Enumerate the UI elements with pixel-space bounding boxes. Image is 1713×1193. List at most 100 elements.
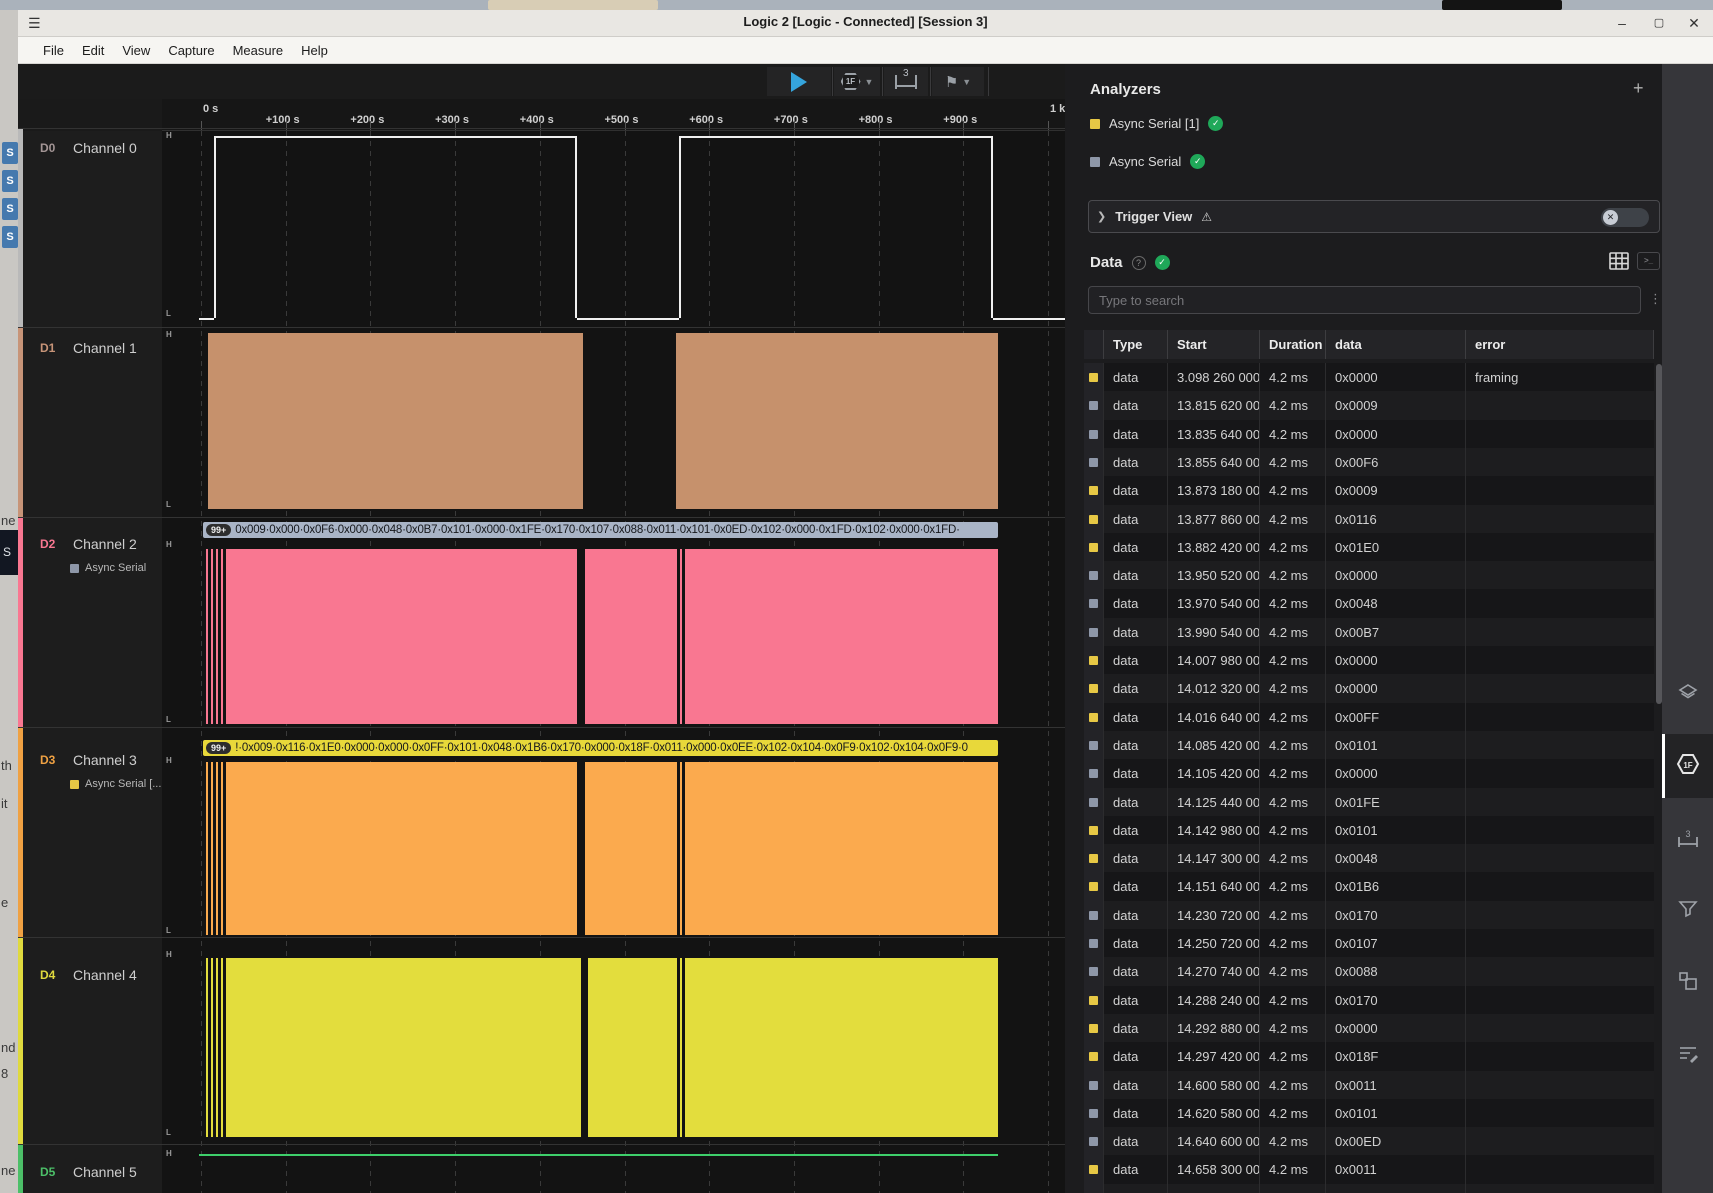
analyzer-item[interactable]: Async Serial [1]✓ (1090, 116, 1223, 131)
table-view-icon[interactable] (1609, 252, 1629, 270)
table-row[interactable]: data14.125 440 000 s4.2 ms0x01FE (1084, 788, 1654, 817)
channel-id-label[interactable]: D0 (40, 141, 55, 155)
menu-view[interactable]: View (113, 37, 159, 64)
table-header-bullet (1084, 330, 1104, 359)
search-input[interactable]: Type to search (1088, 286, 1641, 314)
waveform-canvas[interactable]: 99+0x009·0x000·0x0F6·0x000·0x048·0x0B7·0… (162, 131, 1065, 1193)
table-header-type[interactable]: Type (1104, 330, 1168, 359)
channel-id-label[interactable]: D4 (40, 968, 55, 982)
channel-name-label[interactable]: Channel 0 (73, 140, 137, 156)
table-header-data[interactable]: data (1326, 330, 1466, 359)
annotations-icon[interactable] (1662, 1024, 1713, 1088)
table-row[interactable]: data13.970 540 000 s4.2 ms0x0048 (1084, 589, 1654, 618)
data-table[interactable]: TypeStartDurationdataerrordata3.098 260 … (1084, 330, 1654, 1193)
help-icon[interactable]: ? (1132, 256, 1146, 270)
table-row[interactable]: data14.662 980 000 s4.2 ms0x0000 (1084, 1184, 1654, 1193)
channel-id-label[interactable]: D1 (40, 341, 55, 355)
channel-analyzer-sublabel[interactable]: Async Serial (70, 562, 146, 574)
channel-id-label[interactable]: D2 (40, 537, 55, 551)
table-row[interactable]: data14.085 420 000 s4.2 ms0x0101 (1084, 731, 1654, 760)
table-cell-type: data (1104, 788, 1168, 817)
table-row[interactable]: data14.640 600 000 s4.2 ms0x00ED (1084, 1127, 1654, 1156)
table-row[interactable]: data14.292 880 000 s4.2 ms0x0000 (1084, 1014, 1654, 1043)
table-cell-start: 14.016 640 000 s (1168, 703, 1260, 732)
table-cell-type: data (1104, 505, 1168, 534)
row-analyzer-icon (1089, 826, 1098, 835)
table-row[interactable]: data13.873 180 000 s4.2 ms0x0009 (1084, 476, 1654, 505)
add-analyzer-button[interactable]: + (1633, 78, 1644, 99)
analyzer-hex-icon[interactable]: 1F (1662, 734, 1713, 798)
menu-measure[interactable]: Measure (224, 37, 293, 64)
kebab-menu-icon[interactable]: ⋮ (1649, 291, 1662, 307)
table-row[interactable]: data13.815 620 000 s4.2 ms0x0009 (1084, 391, 1654, 420)
minimize-button[interactable]: – (1610, 13, 1634, 33)
table-row[interactable]: data14.151 640 000 s4.2 ms0x01B6 (1084, 872, 1654, 901)
table-cell-bullet (1084, 561, 1104, 590)
table-row[interactable]: data14.620 580 000 s4.2 ms0x0101 (1084, 1099, 1654, 1128)
channel-separator (18, 327, 1065, 328)
table-row[interactable]: data13.882 420 000 s4.2 ms0x01E0 (1084, 533, 1654, 562)
timeline-ruler[interactable]: 0 s1 ks+100 s+200 s+300 s+400 s+500 s+60… (162, 99, 1065, 131)
measure-tool-button[interactable]: 3 (884, 67, 928, 96)
table-cell-data: 0x0000 (1326, 1014, 1466, 1043)
analyzer-mode-button[interactable]: 1F ▼ (834, 67, 880, 96)
table-row[interactable]: data13.877 860 000 s4.2 ms0x0116 (1084, 505, 1654, 534)
table-row[interactable]: data14.288 240 000 s4.2 ms0x0170 (1084, 986, 1654, 1015)
table-cell-bullet (1084, 505, 1104, 534)
layers-icon[interactable] (1662, 662, 1713, 726)
window-titlebar[interactable]: ☰ Logic 2 [Logic - Connected] [Session 3… (18, 10, 1713, 37)
table-header-duration[interactable]: Duration (1260, 330, 1326, 359)
table-row[interactable]: data14.012 320 000 s4.2 ms0x0000 (1084, 674, 1654, 703)
menu-help[interactable]: Help (292, 37, 337, 64)
menu-file[interactable]: File (34, 37, 73, 64)
start-capture-button[interactable] (767, 67, 831, 96)
maximize-button[interactable]: ▢ (1647, 13, 1671, 33)
channel-name-label[interactable]: Channel 3 (73, 752, 137, 768)
table-row[interactable]: data14.297 420 000 s4.2 ms0x018F (1084, 1042, 1654, 1071)
row-analyzer-icon (1089, 684, 1098, 693)
table-row[interactable]: data3.098 260 000 s4.2 ms0x0000framing (1084, 363, 1654, 392)
analyzer-item[interactable]: Async Serial✓ (1090, 154, 1205, 169)
table-row[interactable]: data14.147 300 000 s4.2 ms0x0048 (1084, 844, 1654, 873)
table-row[interactable]: data14.230 720 000 s4.2 ms0x0170 (1084, 901, 1654, 930)
table-row[interactable]: data13.990 540 000 s4.2 ms0x00B7 (1084, 618, 1654, 647)
table-row[interactable]: data13.855 640 000 s4.2 ms0x00F6 (1084, 448, 1654, 477)
menu-edit[interactable]: Edit (73, 37, 113, 64)
table-row[interactable]: data14.007 980 000 s4.2 ms0x0000 (1084, 646, 1654, 675)
trigger-close-button[interactable]: ✕ (1601, 208, 1649, 227)
row-analyzer-icon (1089, 967, 1098, 976)
channel-id-label[interactable]: D5 (40, 1165, 55, 1179)
trace-edge (214, 136, 216, 318)
table-row[interactable]: data14.142 980 000 s4.2 ms0x0101 (1084, 816, 1654, 845)
channel-name-label[interactable]: Channel 5 (73, 1164, 137, 1180)
table-row[interactable]: data14.658 300 000 s4.2 ms0x0011 (1084, 1155, 1654, 1184)
trigger-view-row[interactable]: ❯ Trigger View ⚠ ✕ (1088, 200, 1660, 233)
table-header-start[interactable]: Start (1168, 330, 1260, 359)
terminal-view-icon[interactable]: >_ (1637, 252, 1660, 270)
analyzer-annotation-bar[interactable]: 99+0x009·0x000·0x0F6·0x000·0x048·0x0B7·0… (203, 522, 998, 538)
table-header-error[interactable]: error (1466, 330, 1654, 359)
windows-icon[interactable] (1662, 951, 1713, 1015)
table-cell-bullet (1084, 844, 1104, 873)
channel-name-label[interactable]: Channel 4 (73, 967, 137, 983)
table-cell-data: 0x0000 (1326, 646, 1466, 675)
row-analyzer-icon (1089, 1109, 1098, 1118)
channel-name-label[interactable]: Channel 1 (73, 340, 137, 356)
analyzer-annotation-bar[interactable]: 99+!·0x009·0x116·0x1E0·0x000·0x000·0x0FF… (203, 740, 998, 756)
filter-icon[interactable] (1662, 879, 1713, 943)
table-row[interactable]: data14.600 580 000 s4.2 ms0x0011 (1084, 1071, 1654, 1100)
table-row[interactable]: data14.105 420 000 s4.2 ms0x0000 (1084, 759, 1654, 788)
close-button[interactable]: ✕ (1682, 13, 1706, 33)
table-row[interactable]: data14.250 720 000 s4.2 ms0x0107 (1084, 929, 1654, 958)
channel-id-label[interactable]: D3 (40, 753, 55, 767)
close-icon: ✕ (1603, 210, 1618, 225)
flag-tool-button[interactable]: ⚑ ▼ (932, 67, 984, 96)
table-row[interactable]: data13.950 520 000 s4.2 ms0x0000 (1084, 561, 1654, 590)
menu-capture[interactable]: Capture (159, 37, 223, 64)
table-row[interactable]: data14.016 640 000 s4.2 ms0x00FF (1084, 703, 1654, 732)
table-row[interactable]: data13.835 640 000 s4.2 ms0x0000 (1084, 420, 1654, 449)
table-row[interactable]: data14.270 740 000 s4.2 ms0x0088 (1084, 957, 1654, 986)
channel-name-label[interactable]: Channel 2 (73, 536, 137, 552)
channel-analyzer-sublabel[interactable]: Async Serial [... (70, 778, 161, 790)
measure-icon[interactable]: 3 (1662, 809, 1713, 873)
